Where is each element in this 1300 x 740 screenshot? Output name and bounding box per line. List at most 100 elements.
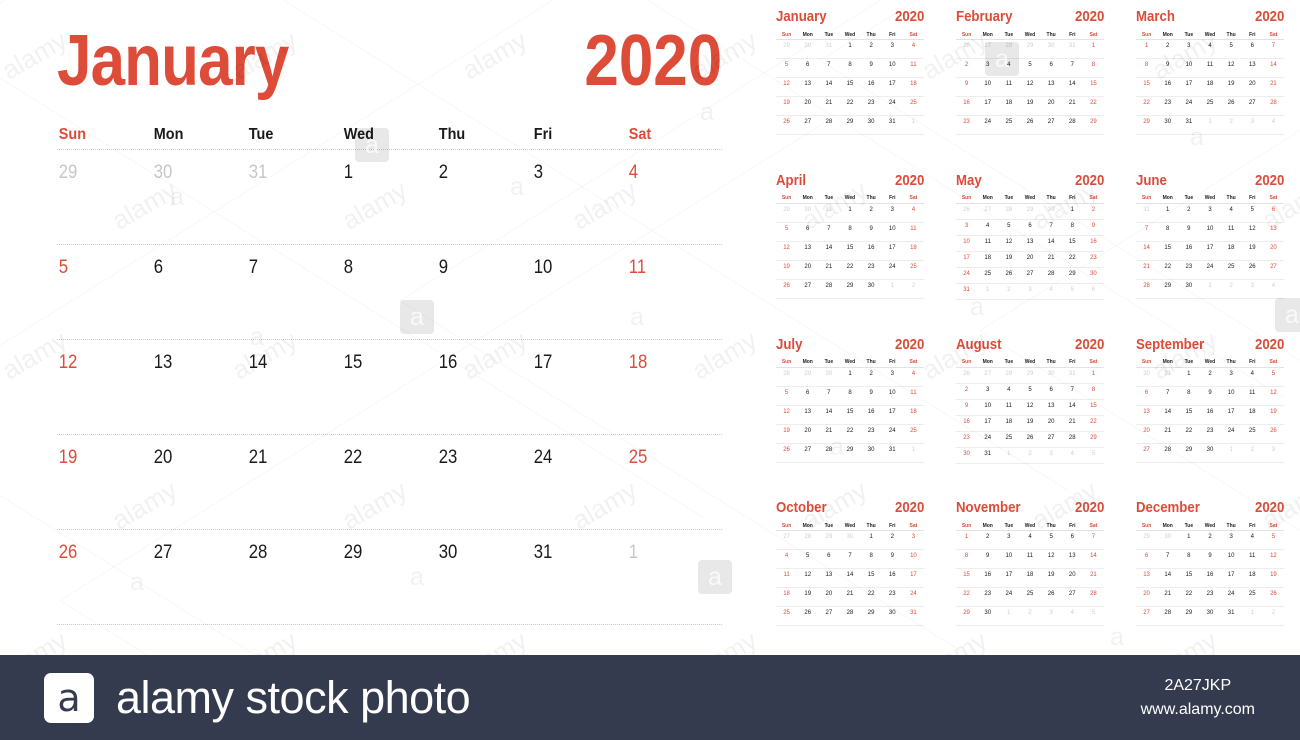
mini-day-cell[interactable]: 15 [1083,78,1104,88]
mini-day-cell[interactable]: 7 [1062,59,1083,69]
mini-day-cell[interactable]: 19 [1019,416,1040,426]
mini-day-cell[interactable]: 12 [1221,59,1242,69]
mini-day-cell[interactable]: 2 [1199,531,1220,541]
mini-day-cell[interactable]: 14 [1041,236,1062,246]
mini-day-cell[interactable]: 7 [1062,384,1083,394]
mini-day-cell[interactable]: 18 [1019,569,1040,579]
mini-day-cell[interactable]: 15 [839,242,860,252]
mini-day-cell[interactable]: 11 [1242,550,1263,560]
mini-day-cell[interactable]: 24 [977,116,998,126]
mini-day-cell[interactable]: 2 [861,368,882,378]
mini-day-cell[interactable]: 10 [977,400,998,410]
mini-day-cell[interactable]: 18 [903,78,924,88]
mini-day-cell[interactable]: 5 [1041,531,1062,541]
main-day-cell[interactable]: 8 [342,245,426,339]
mini-day-cell[interactable]: 23 [861,97,882,107]
main-day-cell-adjacent[interactable]: 30 [152,150,236,244]
mini-day-cell[interactable]: 27 [797,280,818,290]
mini-day-cell[interactable]: 3 [882,40,903,50]
mini-day-cell[interactable]: 22 [1178,425,1199,435]
mini-day-cell-adjacent[interactable]: 3 [1242,280,1263,290]
mini-day-cell[interactable]: 7 [1157,550,1178,560]
mini-day-cell[interactable]: 26 [797,607,818,617]
mini-day-cell[interactable]: 17 [1221,406,1242,416]
mini-day-cell[interactable]: 19 [797,588,818,598]
mini-day-cell[interactable]: 17 [882,406,903,416]
mini-day-cell[interactable]: 15 [1178,569,1199,579]
mini-day-cell[interactable]: 22 [1083,416,1104,426]
mini-day-cell[interactable]: 13 [1136,406,1157,416]
mini-day-cell[interactable]: 26 [776,280,797,290]
mini-day-cell-adjacent[interactable]: 30 [1041,368,1062,378]
main-day-cell[interactable]: 29 [342,530,426,624]
mini-day-cell[interactable]: 4 [1019,531,1040,541]
mini-day-cell-adjacent[interactable]: 2 [1019,448,1040,458]
mini-day-cell[interactable]: 6 [1136,550,1157,560]
main-day-cell-adjacent[interactable]: 31 [247,150,331,244]
mini-day-cell[interactable]: 20 [797,261,818,271]
mini-day-cell[interactable]: 17 [998,569,1019,579]
mini-day-cell[interactable]: 5 [797,550,818,560]
mini-day-cell[interactable]: 13 [797,242,818,252]
mini-day-cell[interactable]: 20 [1041,416,1062,426]
mini-day-cell[interactable]: 25 [1221,261,1242,271]
mini-day-cell[interactable]: 21 [1062,416,1083,426]
mini-day-cell[interactable]: 18 [903,242,924,252]
mini-day-cell[interactable]: 25 [998,432,1019,442]
mini-day-cell[interactable]: 4 [998,59,1019,69]
mini-day-cell-adjacent[interactable]: 30 [797,40,818,50]
mini-day-cell[interactable]: 30 [1083,268,1104,278]
mini-day-cell[interactable]: 20 [1136,425,1157,435]
mini-day-cell[interactable]: 9 [1157,59,1178,69]
mini-calendar-november[interactable]: November 2020 Sun Mon Tue Wed Thu Fri Sat 1 2 3 4 5 6 7… [940,491,1120,655]
main-day-cell[interactable]: 22 [342,435,426,529]
main-day-cell-adjacent[interactable]: 29 [57,150,141,244]
mini-day-cell[interactable]: 6 [1041,59,1062,69]
mini-day-cell[interactable]: 12 [1019,78,1040,88]
mini-day-cell[interactable]: 15 [956,569,977,579]
mini-day-cell[interactable]: 21 [818,425,839,435]
mini-day-cell[interactable]: 16 [1199,406,1220,416]
mini-day-cell-adjacent[interactable]: 1 [1199,116,1220,126]
mini-day-cell[interactable]: 25 [903,97,924,107]
main-day-cell[interactable]: 12 [57,340,141,434]
mini-day-cell-adjacent[interactable]: 26 [956,40,977,50]
mini-day-cell[interactable]: 24 [1178,97,1199,107]
mini-day-cell[interactable]: 14 [1157,569,1178,579]
mini-day-cell[interactable]: 8 [1136,59,1157,69]
mini-day-cell-adjacent[interactable]: 4 [1263,280,1284,290]
mini-day-cell[interactable]: 28 [839,607,860,617]
mini-day-cell[interactable]: 7 [1263,40,1284,50]
mini-day-cell[interactable]: 1 [839,40,860,50]
mini-day-cell-adjacent[interactable]: 1 [1242,607,1263,617]
mini-day-cell[interactable]: 15 [861,569,882,579]
main-day-cell[interactable]: 9 [437,245,521,339]
mini-day-cell[interactable]: 16 [861,242,882,252]
main-day-cell[interactable]: 31 [532,530,616,624]
mini-calendar-may[interactable]: May 2020 Sun Mon Tue Wed Thu Fri Sat 26 27 28 29 30 1 2… [940,164,1120,328]
mini-day-cell[interactable]: 1 [839,368,860,378]
mini-day-cell[interactable]: 21 [1263,78,1284,88]
mini-day-cell[interactable]: 17 [1178,78,1199,88]
main-day-cell[interactable]: 4 [627,150,711,244]
mini-day-cell[interactable]: 30 [1178,280,1199,290]
mini-day-cell[interactable]: 9 [861,59,882,69]
mini-day-cell[interactable]: 24 [1221,425,1242,435]
main-day-cell[interactable]: 10 [532,245,616,339]
mini-day-cell[interactable]: 12 [776,242,797,252]
mini-day-cell-adjacent[interactable]: 29 [1019,204,1040,214]
mini-day-cell[interactable]: 24 [1199,261,1220,271]
mini-day-cell[interactable]: 2 [1199,368,1220,378]
mini-day-cell[interactable]: 28 [1062,432,1083,442]
main-day-cell[interactable]: 23 [437,435,521,529]
mini-day-cell-adjacent[interactable]: 2 [1221,116,1242,126]
main-day-cell[interactable]: 30 [437,530,521,624]
mini-day-cell[interactable]: 10 [1221,550,1242,560]
mini-day-cell-adjacent[interactable]: 29 [776,204,797,214]
mini-day-cell[interactable]: 25 [977,268,998,278]
mini-day-cell[interactable]: 26 [776,116,797,126]
mini-day-cell[interactable]: 11 [1019,550,1040,560]
mini-day-cell[interactable]: 28 [1041,268,1062,278]
mini-day-cell-adjacent[interactable]: 3 [1242,116,1263,126]
mini-day-cell[interactable]: 26 [1263,588,1284,598]
